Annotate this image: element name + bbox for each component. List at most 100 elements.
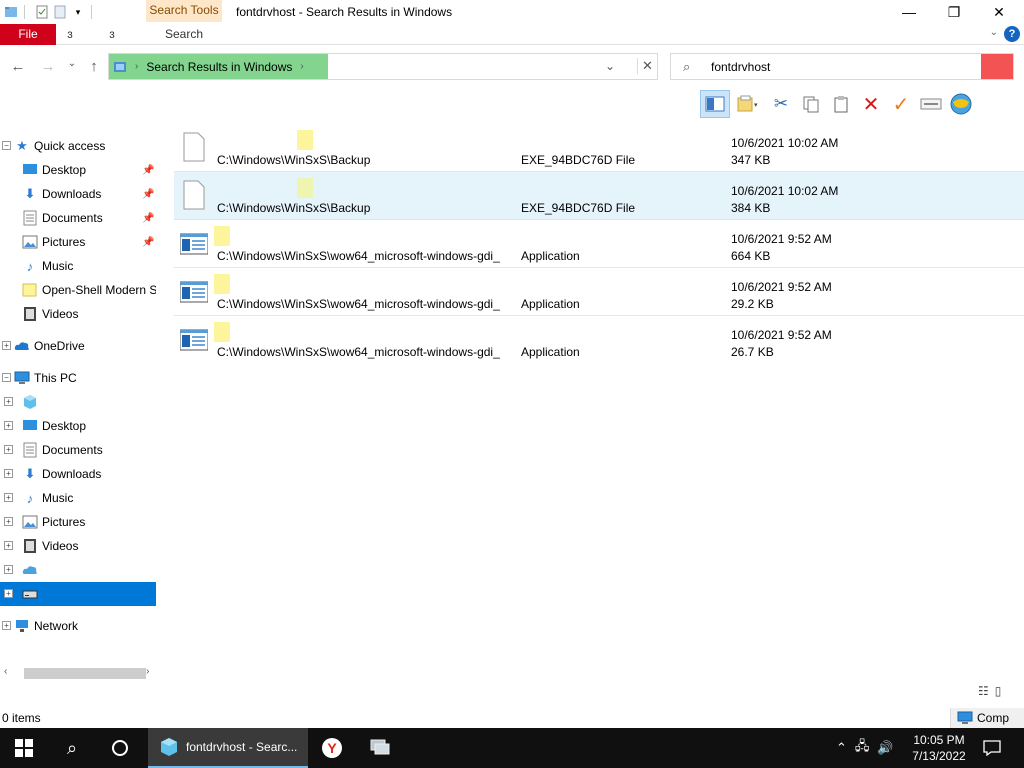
nav-pc-local-disk[interactable]: + bbox=[0, 582, 156, 606]
paste-icon[interactable] bbox=[826, 90, 856, 118]
nav-pc-desktop[interactable]: + Desktop bbox=[0, 414, 156, 438]
expand-icon[interactable]: + bbox=[4, 445, 13, 454]
expand-icon[interactable]: + bbox=[4, 469, 13, 478]
pin-icon[interactable]: 📌 bbox=[142, 237, 154, 248]
expand-icon[interactable]: + bbox=[4, 541, 13, 550]
large-icons-view-icon[interactable]: ▯ bbox=[995, 684, 1002, 698]
collapse-icon[interactable]: − bbox=[2, 141, 11, 150]
ribbon-collapse-icon[interactable]: ⌄ bbox=[990, 27, 998, 38]
cut-icon[interactable]: ✂ bbox=[766, 90, 796, 118]
nav-pc-3d-objects[interactable]: + bbox=[0, 390, 156, 414]
expand-icon[interactable]: + bbox=[2, 621, 11, 630]
select-all-icon[interactable] bbox=[916, 90, 946, 118]
pin-icon[interactable]: 📌 bbox=[142, 213, 154, 224]
notifications-icon[interactable] bbox=[976, 728, 1008, 768]
network-status-icon[interactable]: 🖧 bbox=[855, 737, 870, 759]
forward-arrow-icon[interactable]: → bbox=[38, 58, 58, 76]
close-button[interactable]: ✕ bbox=[976, 0, 1022, 24]
search-input[interactable]: fontdrvhost bbox=[711, 60, 770, 74]
copy-icon[interactable] bbox=[796, 90, 826, 118]
expand-icon[interactable]: + bbox=[4, 589, 13, 598]
nav-quick-access[interactable]: − ★ Quick access bbox=[0, 134, 156, 158]
computer-status-item[interactable]: Comp bbox=[950, 708, 1024, 728]
pin-icon[interactable]: 📌 bbox=[142, 165, 154, 176]
network-app-icon[interactable] bbox=[360, 728, 400, 768]
address-bar[interactable]: › Search Results in Windows › ⌄ ✕ bbox=[108, 53, 658, 80]
application-icon bbox=[180, 233, 208, 255]
nav-qa-videos[interactable]: Videos bbox=[0, 302, 156, 326]
scroll-right-icon[interactable]: › bbox=[146, 666, 149, 677]
tab-home[interactable]: ɜ bbox=[60, 24, 80, 45]
pin-icon[interactable]: 📌 bbox=[142, 189, 154, 200]
properties-icon[interactable] bbox=[35, 5, 49, 19]
help-button[interactable]: ? bbox=[1004, 26, 1020, 42]
preview-pane-icon[interactable] bbox=[700, 90, 730, 118]
expand-icon[interactable]: + bbox=[4, 421, 13, 430]
globe-icon[interactable] bbox=[946, 90, 976, 118]
start-button[interactable] bbox=[0, 728, 48, 768]
nav-this-pc[interactable]: − This PC bbox=[0, 366, 156, 390]
minimize-button[interactable]: — bbox=[886, 0, 932, 24]
up-arrow-icon[interactable]: ↑ bbox=[84, 58, 104, 76]
nav-qa-music[interactable]: ♪ Music bbox=[0, 254, 156, 278]
breadcrumb-search-results[interactable]: Search Results in Windows bbox=[146, 60, 292, 74]
table-row[interactable]: C:\Windows\WinSxS\Backup EXE_94BDC76D Fi… bbox=[174, 124, 1024, 172]
scroll-left-icon[interactable]: ‹ bbox=[4, 666, 7, 677]
search-taskbar-icon[interactable]: ⌕ bbox=[48, 728, 96, 768]
nav-qa-documents[interactable]: Documents 📌 bbox=[0, 206, 156, 230]
back-arrow-icon[interactable]: ← bbox=[8, 58, 28, 76]
details-view-icon[interactable]: ☷ bbox=[978, 684, 989, 698]
nav-label: Quick access bbox=[34, 139, 106, 153]
address-dropdown-icon[interactable]: ⌄ bbox=[605, 59, 615, 73]
properties-icon[interactable]: ▾ bbox=[730, 90, 766, 118]
clear-address-icon[interactable]: ✕ bbox=[637, 58, 657, 74]
maximize-button[interactable]: ❐ bbox=[931, 0, 977, 24]
recent-locations-icon[interactable]: ⌄ bbox=[62, 58, 82, 76]
nav-onedrive[interactable]: + OneDrive bbox=[0, 334, 156, 358]
nav-pc-music[interactable]: + ♪ Music bbox=[0, 486, 156, 510]
address-breadcrumb[interactable]: › Search Results in Windows › bbox=[109, 54, 328, 79]
table-row[interactable]: C:\Windows\WinSxS\wow64_microsoft-window… bbox=[174, 268, 1024, 316]
nav-pc-onedrive-drive[interactable]: + bbox=[0, 558, 156, 582]
nav-pc-pictures[interactable]: + Pictures bbox=[0, 510, 156, 534]
breadcrumb-chevron-icon[interactable]: › bbox=[300, 61, 303, 72]
file-tab[interactable]: File bbox=[0, 24, 56, 45]
expand-icon[interactable]: + bbox=[4, 517, 13, 526]
collapse-icon[interactable]: − bbox=[2, 373, 11, 382]
scrollbar-thumb[interactable] bbox=[24, 668, 146, 679]
delete-icon[interactable]: ✕ bbox=[856, 90, 886, 118]
table-row[interactable]: C:\Windows\WinSxS\Backup EXE_94BDC76D Fi… bbox=[174, 172, 1024, 220]
ribbon-tab-row: File ɜ ɜ Search ⌄ ? bbox=[0, 24, 1024, 45]
expand-icon[interactable]: + bbox=[4, 397, 13, 406]
rename-check-icon[interactable]: ✓ bbox=[886, 90, 916, 118]
volume-icon[interactable]: 🔊 bbox=[877, 740, 893, 756]
folder-app-icon[interactable] bbox=[4, 5, 18, 19]
nav-qa-pictures[interactable]: Pictures 📌 bbox=[0, 230, 156, 254]
tab-search[interactable]: Search bbox=[146, 24, 222, 45]
expand-icon[interactable]: + bbox=[4, 493, 13, 502]
new-folder-icon[interactable] bbox=[53, 5, 67, 19]
table-row[interactable]: C:\Windows\WinSxS\wow64_microsoft-window… bbox=[174, 316, 1024, 364]
nav-horizontal-scrollbar[interactable]: ‹ › bbox=[0, 664, 156, 682]
search-box[interactable]: ⌕ fontdrvhost bbox=[670, 53, 1014, 80]
nav-pc-documents[interactable]: + Documents bbox=[0, 438, 156, 462]
tab-share[interactable]: ɜ bbox=[102, 24, 122, 45]
nav-label: Music bbox=[42, 491, 74, 505]
qat-dropdown-icon[interactable]: ▾ bbox=[71, 5, 85, 19]
expand-icon[interactable]: + bbox=[2, 341, 11, 350]
nav-network[interactable]: + Network bbox=[0, 614, 156, 638]
nav-qa-desktop[interactable]: Desktop 📌 bbox=[0, 158, 156, 182]
show-hidden-icons-icon[interactable]: ⌃ bbox=[836, 740, 847, 756]
cortana-icon[interactable] bbox=[96, 728, 144, 768]
taskbar-explorer-window[interactable]: fontdrvhost - Searc... bbox=[148, 728, 308, 768]
nav-qa-downloads[interactable]: ⬇ Downloads 📌 bbox=[0, 182, 156, 206]
nav-label: Documents bbox=[42, 211, 103, 225]
nav-pc-downloads[interactable]: + ⬇ Downloads bbox=[0, 462, 156, 486]
nav-qa-open-shell[interactable]: Open-Shell Modern S bbox=[0, 278, 156, 302]
clear-search-button[interactable] bbox=[981, 54, 1013, 79]
nav-pc-videos[interactable]: + Videos bbox=[0, 534, 156, 558]
taskbar-clock[interactable]: 10:05 PM 7/13/2022 bbox=[905, 732, 973, 764]
table-row[interactable]: C:\Windows\WinSxS\wow64_microsoft-window… bbox=[174, 220, 1024, 268]
yandex-browser-icon[interactable]: Y bbox=[312, 728, 352, 768]
expand-icon[interactable]: + bbox=[4, 565, 13, 574]
